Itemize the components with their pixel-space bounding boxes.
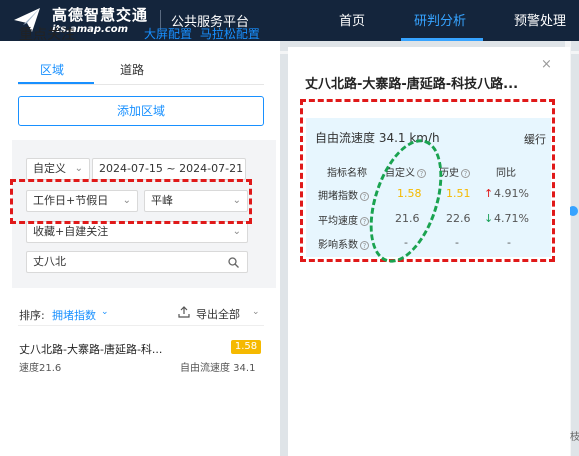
nav-home[interactable]: 首页	[339, 10, 365, 29]
marathon-config-link[interactable]: 马拉松配置	[200, 27, 260, 41]
date-range-picker[interactable]: 2024-07-15 ~ 2024-07-21	[92, 158, 246, 180]
chevron-down-icon[interactable]: ⌄	[252, 307, 260, 317]
brand-title: 高德智慧交通	[52, 6, 149, 24]
list-divider	[18, 325, 264, 326]
search-icon[interactable]	[228, 257, 239, 268]
tab-region[interactable]: 区域	[40, 61, 64, 78]
date-mode-select[interactable]: 自定义 ⌄	[26, 158, 90, 180]
export-all-button[interactable]: 导出全部	[196, 306, 240, 322]
sort-label: 排序:	[19, 309, 45, 322]
annotation-box-date	[10, 179, 252, 224]
nav-research-analysis[interactable]: 研判分析	[414, 10, 466, 29]
big-screen-config-link[interactable]: 大屏配置	[144, 27, 192, 41]
config-links: 大屏配置 马拉松配置	[140, 25, 260, 42]
congestion-badge: 1.58	[231, 340, 261, 354]
search-value: 丈八北	[33, 255, 66, 268]
tab-road[interactable]: 道路	[120, 61, 144, 78]
list-item-name[interactable]: 丈八北路-大寨路-唐延路-科...	[19, 341, 162, 357]
nav-warning[interactable]: 预警处理	[514, 10, 566, 29]
list-item-speed: 速度21.6	[19, 363, 62, 374]
close-icon[interactable]: ×	[541, 57, 552, 72]
tab-baseline	[18, 84, 264, 85]
favorites-value: 收藏+自建关注	[33, 225, 109, 238]
sort-select[interactable]: 拥堵指数	[52, 307, 96, 323]
date-mode-value: 自定义	[33, 162, 66, 175]
panel-title: 重点关注	[19, 27, 75, 43]
add-region-button[interactable]: 添加区域	[18, 96, 264, 126]
favorites-select[interactable]: 收藏+自建关注 ⌄	[26, 221, 248, 243]
search-input[interactable]: 丈八北	[26, 251, 248, 273]
map-label: 枝	[570, 432, 579, 443]
chevron-down-icon: ⌄	[74, 163, 83, 174]
chevron-down-icon[interactable]: ⌄	[101, 307, 109, 317]
tab-active-indicator	[18, 82, 94, 84]
export-icon[interactable]	[178, 306, 190, 318]
list-item-free-speed: 自由流速度 34.1	[180, 363, 256, 374]
card-title: 丈八北路-大寨路-唐延路-科技八路...	[305, 77, 519, 92]
date-range-value: 2024-07-15 ~ 2024-07-21	[99, 162, 244, 175]
top-header: 高德智慧交通 its.amap.com 公共服务平台 首页 研判分析 预警处理	[0, 0, 579, 41]
chevron-down-icon: ⌄	[232, 226, 241, 237]
